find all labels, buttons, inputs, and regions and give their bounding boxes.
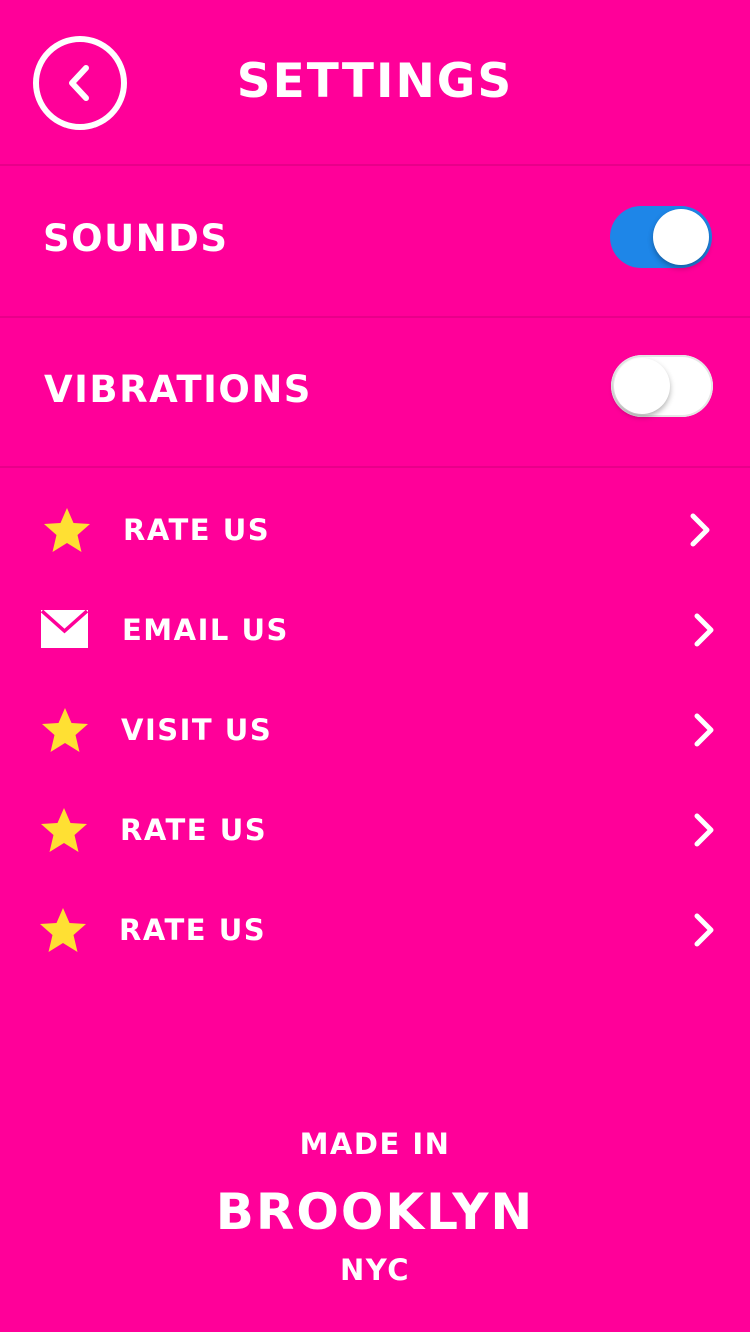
footer-region: NYC (339, 1253, 411, 1287)
sounds-row: SOUNDS (0, 165, 750, 315)
menu-item-email-us[interactable]: EMAIL US (0, 580, 750, 680)
star-icon (39, 806, 89, 854)
vibrations-row: VIBRATIONS (0, 317, 750, 467)
vibrations-label: VIBRATIONS (44, 368, 312, 411)
menu-item-label: RATE US (119, 913, 267, 947)
envelope-icon (41, 610, 88, 648)
vibrations-toggle[interactable] (611, 355, 713, 417)
toggle-knob (614, 358, 670, 414)
chevron-right-icon (692, 812, 716, 848)
star-icon (42, 506, 92, 554)
star-icon (40, 706, 90, 754)
footer: MADE IN BROOKLYN NYC (0, 1122, 750, 1290)
menu-item-label: RATE US (120, 813, 268, 847)
menu-item-visit-us[interactable]: VISIT US (0, 680, 750, 780)
star-icon (38, 906, 88, 954)
menu-item-label: RATE US (123, 513, 271, 547)
footer-made-in: MADE IN (299, 1127, 451, 1161)
menu-item-rate-us[interactable]: RATE US (0, 480, 750, 580)
footer-city: BROOKLYN (215, 1183, 535, 1241)
chevron-right-icon (692, 612, 716, 648)
menu-item-label: VISIT US (121, 713, 273, 747)
page-title: SETTINGS (236, 54, 514, 109)
menu-item-rate-us[interactable]: RATE US (0, 780, 750, 880)
sounds-toggle[interactable] (610, 206, 712, 268)
menu-item-rate-us[interactable]: RATE US (0, 880, 750, 980)
menu-item-label: EMAIL US (122, 613, 289, 647)
chevron-right-icon (692, 712, 716, 748)
toggle-knob (653, 209, 709, 265)
sounds-label: SOUNDS (43, 217, 229, 260)
settings-screen: SETTINGS SOUNDS VIBRATIONS RATE US EMAIL… (0, 0, 750, 1332)
header: SETTINGS (0, 0, 750, 165)
divider (0, 466, 750, 468)
chevron-right-icon (692, 912, 716, 948)
chevron-right-icon (688, 512, 712, 548)
